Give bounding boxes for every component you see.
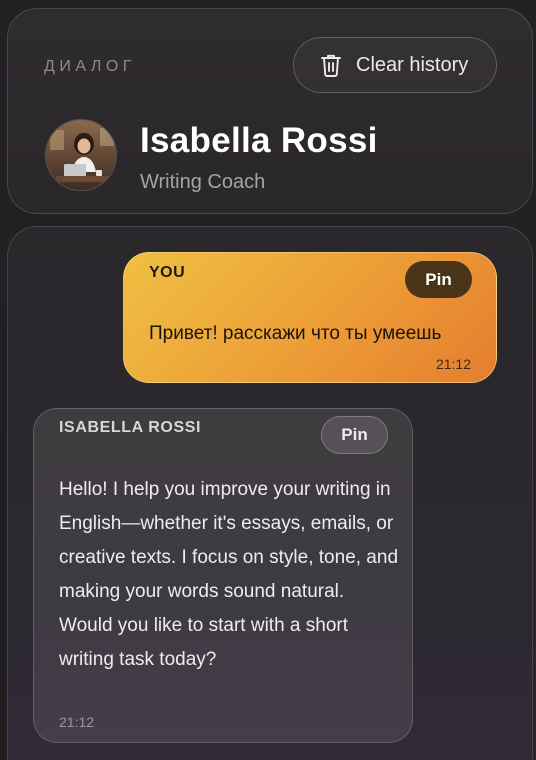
message-author: YOU [149,264,186,281]
contact-name: Isabella Rossi [140,121,378,160]
avatar [45,119,117,191]
pin-button[interactable]: Pin [321,416,388,454]
message-time: 21:12 [435,356,471,372]
message-author: ISABELLA ROSSI [59,419,202,436]
trash-icon [321,54,341,77]
message-text: Hello! I help you improve your writing i… [59,479,399,670]
message-assistant: ISABELLA ROSSI Pin Hello! I help you imp… [33,408,413,743]
chat-header-card: ДИАЛОГ Clear history Isabella Rossi Writ… [7,8,533,214]
message-user: YOU Pin Привет! расскажи что ты умеешь 2… [123,252,497,383]
contact-role: Writing Coach [140,171,266,193]
chat-panel: YOU Pin Привет! расскажи что ты умеешь 2… [7,226,533,760]
clear-history-button[interactable]: Clear history [293,37,497,93]
clear-history-label: Clear history [356,53,469,76]
message-text: Привет! расскажи что ты умеешь [149,323,442,344]
message-time: 21:12 [59,714,95,730]
section-label: ДИАЛОГ [44,58,136,75]
pin-button[interactable]: Pin [405,261,472,298]
